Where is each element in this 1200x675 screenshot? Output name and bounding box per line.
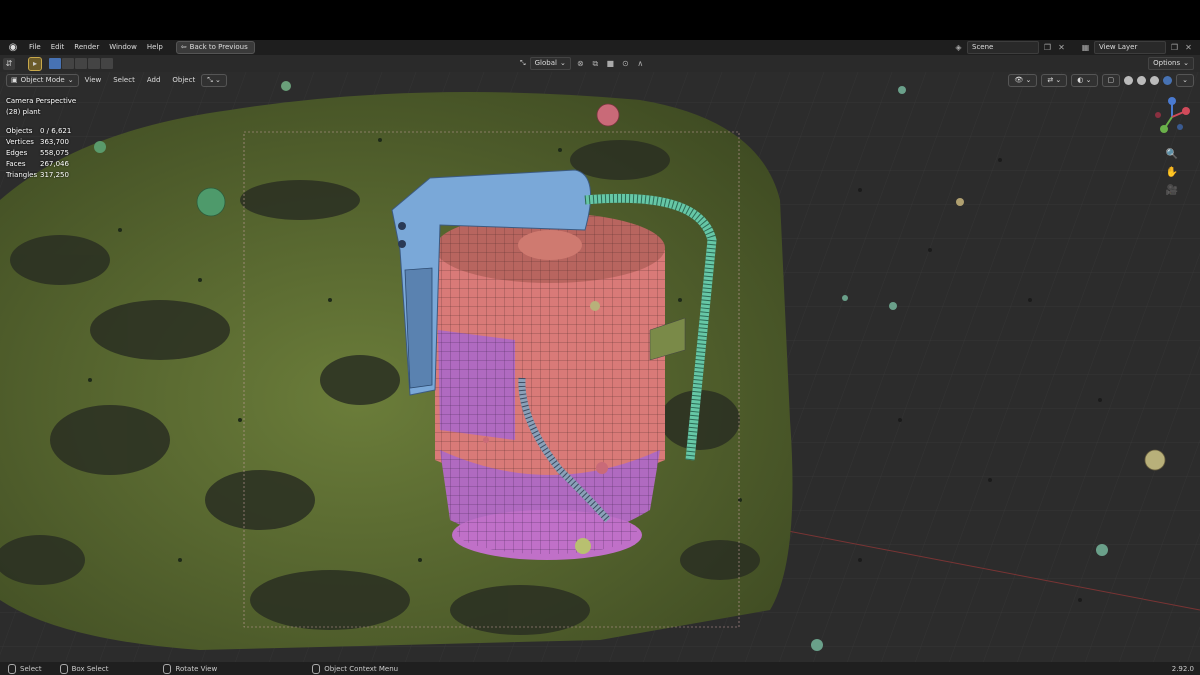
transform-orientation-dropdown[interactable]: Global ⌄	[529, 57, 571, 70]
editor-type-icon[interactable]: ⇵	[3, 57, 15, 70]
mouse-right-icon	[312, 663, 321, 674]
material-shading-icon[interactable]	[1150, 75, 1160, 85]
tool-settings-bar: ⇵ ▸ ⤡ Global ⌄ ⊗ ⧉ ■ ⊙ ∧ Options ⌄	[0, 55, 1200, 72]
menu-file[interactable]: File	[24, 40, 46, 55]
viewport-stats-overlay: Camera Perspective (28) plant Objects 0 /…	[6, 96, 76, 181]
gizmos-button[interactable]: ⇄ ⌄	[1041, 73, 1068, 87]
header-menu-object[interactable]: Object	[166, 76, 201, 84]
viewport-title: Camera Perspective	[6, 97, 77, 105]
object-mode-icon: ▣	[11, 76, 18, 84]
wireframe-shading-icon[interactable]	[1124, 75, 1134, 85]
new-view-layer-icon[interactable]: ❐	[1169, 42, 1180, 53]
solid-shading-icon[interactable]	[1137, 75, 1147, 85]
view-layer-icon[interactable]: ▦	[1080, 42, 1091, 53]
mode-extend-icon[interactable]	[62, 58, 74, 69]
mouse-middle-icon	[163, 663, 172, 674]
pivot-icon[interactable]: ⊗	[575, 58, 586, 69]
options-dropdown[interactable]: Options ⌄	[1148, 57, 1194, 70]
visibility-button[interactable]: 👁 ⌄	[1008, 73, 1038, 87]
zoom-icon: 🔍	[1166, 147, 1178, 160]
x-axis-icon	[1182, 107, 1190, 115]
menu-help[interactable]: Help	[142, 40, 168, 55]
header-menu-select[interactable]: Select	[107, 76, 141, 84]
stat-row: Faces 267,046	[6, 160, 69, 168]
snap-element-icon[interactable]: ■	[605, 58, 616, 69]
chevron-down-icon: ⌄	[1183, 59, 1189, 67]
menu-edit[interactable]: Edit	[46, 40, 70, 55]
back-to-previous-label: Back to Previous	[189, 43, 248, 51]
top-menu-bar: ◉ File Edit Render Window Help ⇦ Back to…	[0, 40, 1200, 55]
scene-icon[interactable]: ◈	[953, 42, 964, 53]
blender-logo-icon[interactable]: ◉	[6, 42, 20, 54]
navigation-gizmo[interactable]: 🔍 ✋ 🎥	[1150, 95, 1190, 205]
stat-row: Triangles 317,250	[6, 171, 69, 179]
mode-subtract-icon[interactable]	[75, 58, 87, 69]
proportional-edit-icon[interactable]: ⊙	[620, 58, 631, 69]
camera-icon: 🎥	[1166, 183, 1178, 196]
pan-hand-icon: ✋	[1166, 165, 1178, 178]
gizmo-toggle-button[interactable]: ⤡ ⌄	[201, 73, 227, 87]
header-menu-view[interactable]: View	[79, 76, 108, 84]
object-mode-label: Object Mode	[20, 76, 65, 84]
status-rotate-view: Rotate View	[163, 663, 217, 674]
select-tool-icon[interactable]: ▸	[28, 56, 42, 71]
snap-icon[interactable]: ⧉	[590, 58, 601, 69]
y-axis-icon	[1160, 125, 1168, 133]
chevron-down-icon: ⌄	[559, 59, 566, 67]
status-context-menu: Object Context Menu	[312, 663, 398, 674]
scene-field[interactable]: Scene	[967, 41, 1039, 54]
new-scene-icon[interactable]: ❐	[1042, 42, 1053, 53]
stat-row: Vertices 363,700	[6, 138, 69, 146]
rendered-shading-icon[interactable]	[1163, 75, 1173, 85]
mouse-drag-icon	[59, 663, 68, 674]
header-menu-add[interactable]: Add	[141, 76, 167, 84]
3d-viewport[interactable]	[0, 72, 1200, 662]
viewport-collection: (28) plant	[6, 108, 41, 116]
view-layer-field[interactable]: View Layer	[1094, 41, 1166, 54]
selection-mode-group[interactable]	[49, 58, 114, 69]
mode-intersect-icon[interactable]	[101, 58, 113, 69]
falloff-icon[interactable]: ∧	[635, 58, 646, 69]
xray-button[interactable]: ▢	[1101, 73, 1121, 87]
stat-row: Objects 0 / 6,621	[6, 127, 72, 135]
viewport-header: ▣ Object Mode ⌄ View Select Add Object ⤡…	[0, 72, 1200, 88]
delete-view-layer-icon[interactable]: ✕	[1183, 42, 1194, 53]
mode-invert-icon[interactable]	[88, 58, 100, 69]
mouse-left-icon	[8, 663, 16, 674]
object-mode-dropdown[interactable]: ▣ Object Mode ⌄	[6, 73, 79, 87]
menu-window[interactable]: Window	[104, 40, 142, 55]
status-select: Select	[8, 663, 42, 674]
stat-row: Edges 558,075	[6, 149, 69, 157]
shading-options-button[interactable]: ⌄	[1176, 73, 1194, 87]
mode-new-icon[interactable]	[49, 58, 61, 69]
back-to-previous-button[interactable]: ⇦ Back to Previous	[175, 41, 255, 54]
chevron-down-icon: ⌄	[67, 76, 74, 84]
z-axis-icon	[1168, 97, 1176, 105]
version-label: 2.92.0	[1171, 664, 1194, 673]
back-icon: ⇦	[180, 43, 187, 51]
status-box-select: Box Select	[59, 663, 108, 674]
overlays-button[interactable]: ◐ ⌄	[1071, 73, 1098, 87]
menu-render[interactable]: Render	[69, 40, 104, 55]
viewport-scene[interactable]	[0, 72, 1200, 662]
status-bar: Select Box Select Rotate View Object Con…	[0, 662, 1200, 675]
orientation-icon: ⤡	[520, 59, 526, 67]
delete-scene-icon[interactable]: ✕	[1056, 42, 1067, 53]
